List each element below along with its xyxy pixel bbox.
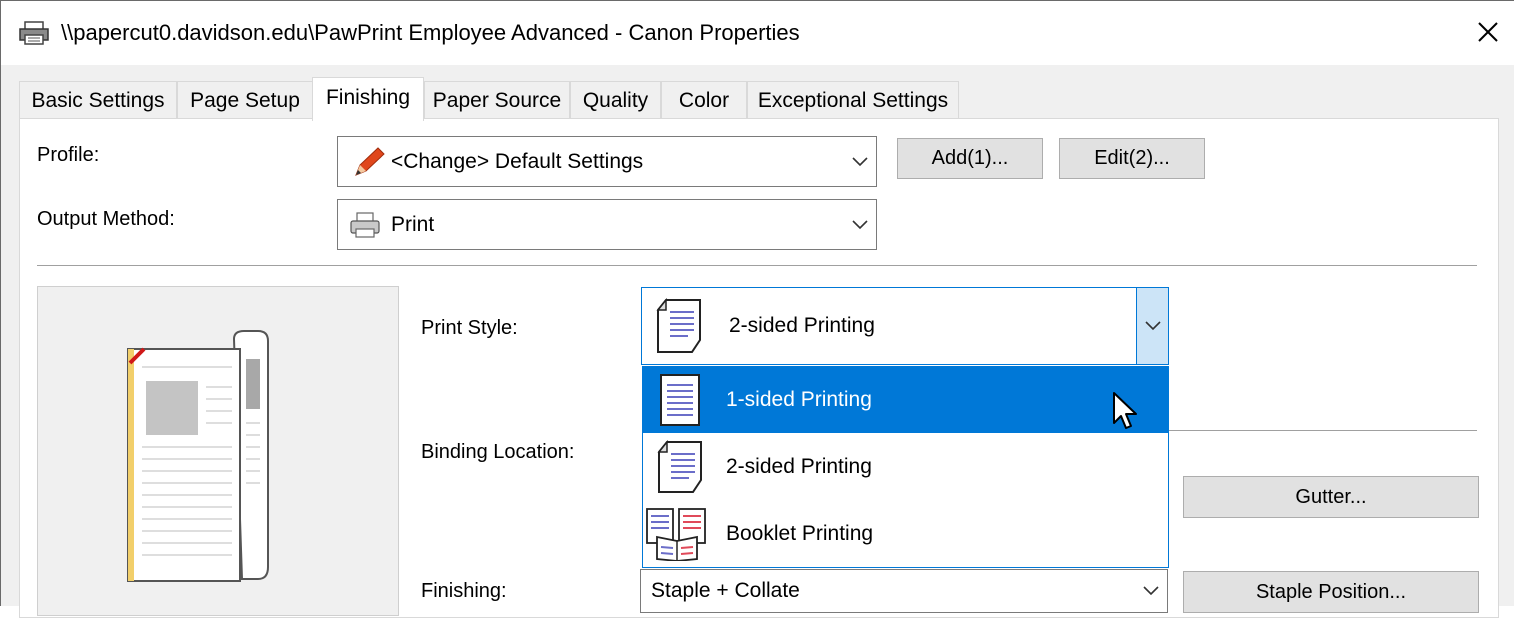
profile-select[interactable]: <Change> Default Settings	[337, 136, 877, 187]
finishing-select[interactable]: Staple + Collate	[640, 569, 1168, 613]
add-profile-button[interactable]: Add(1)...	[897, 138, 1043, 179]
booklet-icon	[646, 508, 706, 561]
tab-page-setup[interactable]: Page Setup	[177, 81, 313, 119]
output-method-select[interactable]: Print	[337, 199, 877, 250]
chevron-down-icon	[852, 156, 868, 166]
two-sided-page-icon	[657, 440, 702, 493]
chevron-down-icon	[1143, 586, 1159, 596]
output-method-label: Output Method:	[37, 208, 175, 230]
profile-value: <Change> Default Settings	[391, 150, 644, 173]
two-sided-document-preview-icon	[127, 330, 269, 582]
tab-exceptional-settings[interactable]: Exceptional Settings	[747, 81, 959, 119]
printer-icon	[350, 212, 380, 238]
chevron-down-icon	[1145, 321, 1161, 331]
finishing-label: Finishing:	[421, 580, 507, 602]
option-label: 2-sided Printing	[726, 455, 872, 478]
print-style-select[interactable]: 2-sided Printing	[641, 287, 1169, 365]
tab-paper-source[interactable]: Paper Source	[424, 81, 570, 119]
printer-icon	[19, 21, 49, 45]
gutter-button[interactable]: Gutter...	[1183, 476, 1479, 518]
output-method-value: Print	[391, 213, 435, 236]
tab-finishing[interactable]: Finishing	[312, 77, 424, 121]
chevron-down-icon	[852, 219, 868, 229]
option-label: Booklet Printing	[726, 522, 874, 545]
properties-dialog: \\papercut0.davidson.edu\PawPrint Employ…	[0, 0, 1514, 618]
close-icon[interactable]	[1465, 13, 1509, 53]
binding-location-label: Binding Location:	[421, 441, 575, 463]
two-sided-page-icon	[656, 298, 701, 353]
tab-quality[interactable]: Quality	[570, 81, 661, 119]
one-sided-page-icon	[660, 374, 700, 426]
tab-color[interactable]: Color	[661, 81, 747, 119]
option-2-sided-printing[interactable]: 2-sided Printing	[643, 434, 1168, 500]
option-booklet-printing[interactable]: Booklet Printing	[643, 501, 1168, 567]
dropdown-toggle[interactable]	[1136, 288, 1168, 364]
option-label: 1-sided Printing	[726, 388, 872, 411]
option-1-sided-printing[interactable]: 1-sided Printing	[643, 367, 1168, 433]
title-bar[interactable]: \\papercut0.davidson.edu\PawPrint Employ…	[1, 1, 1514, 65]
pencil-icon	[355, 147, 385, 176]
print-style-dropdown-list: 1-sided Printing 2-sided Printing Bookle…	[642, 366, 1169, 568]
profile-label: Profile:	[37, 144, 100, 166]
mouse-cursor-icon	[1113, 392, 1137, 429]
print-style-value: 2-sided Printing	[729, 314, 875, 337]
window-title: \\papercut0.davidson.edu\PawPrint Employ…	[61, 20, 800, 45]
staple-position-button[interactable]: Staple Position...	[1183, 571, 1479, 613]
finishing-preview	[37, 286, 399, 616]
tab-basic-settings[interactable]: Basic Settings	[19, 81, 177, 119]
separator	[37, 265, 1477, 266]
print-style-label: Print Style:	[421, 317, 518, 339]
separator	[1169, 430, 1477, 431]
edit-profile-button[interactable]: Edit(2)...	[1059, 138, 1205, 179]
